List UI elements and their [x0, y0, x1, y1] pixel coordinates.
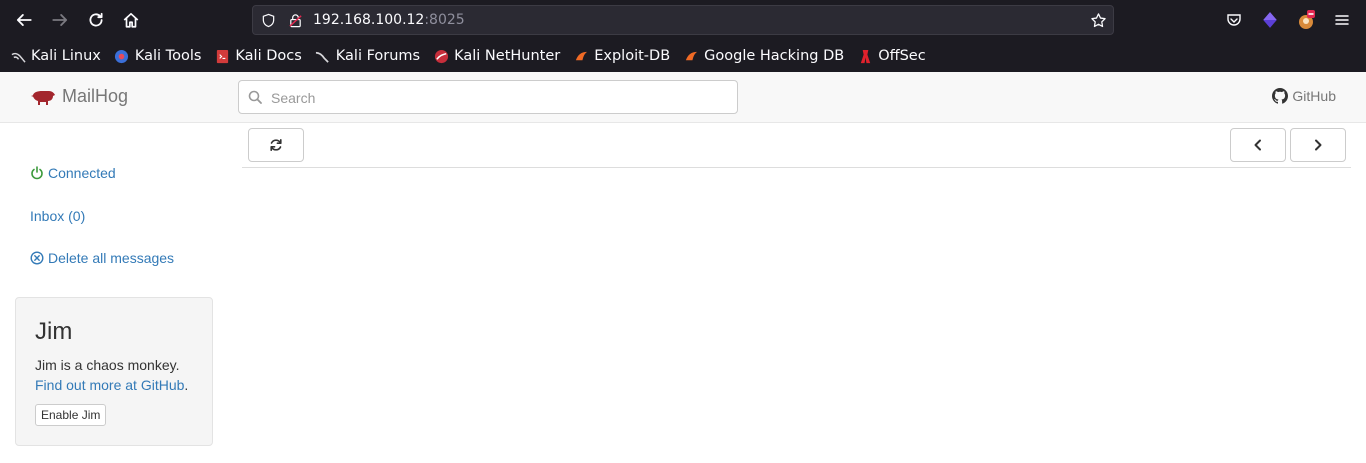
jim-github-link[interactable]: Find out more at GitHub — [35, 377, 184, 393]
bookmark-google-hacking-db[interactable]: Google Hacking DB — [683, 48, 844, 64]
bookmark-label: Kali NetHunter — [454, 48, 561, 64]
bookmark-label: Google Hacking DB — [704, 48, 845, 64]
github-icon — [1272, 88, 1289, 104]
reload-button[interactable] — [82, 6, 110, 34]
ghdb-icon — [683, 48, 699, 64]
kali-dragon-icon — [10, 48, 26, 64]
jim-panel: Jim Jim is a chaos monkey. Find out more … — [15, 297, 213, 446]
bookmark-offsec[interactable]: OffSec — [857, 48, 926, 64]
offsec-icon — [857, 48, 873, 64]
github-link[interactable]: GitHub — [1272, 88, 1336, 104]
bookmark-kali-docs[interactable]: Kali Docs — [214, 48, 302, 64]
kali-tools-icon — [114, 48, 130, 64]
hamburger-menu-icon — [1335, 15, 1349, 25]
arrow-right-icon — [52, 14, 68, 26]
exploit-db-icon — [573, 48, 589, 64]
kali-forums-icon — [315, 48, 331, 64]
account-button[interactable] — [1292, 6, 1320, 34]
mailhog-pig-logo — [31, 90, 55, 105]
bookmarks-toolbar: Kali Linux Kali Tools Kali Docs Kali For… — [0, 42, 1366, 70]
reload-icon — [89, 12, 103, 27]
bookmark-kali-forums[interactable]: Kali Forums — [315, 48, 420, 64]
nethunter-icon — [433, 48, 449, 64]
jim-link-suffix: . — [184, 377, 189, 393]
chevron-left-icon — [1254, 139, 1261, 151]
bookmark-exploit-db[interactable]: Exploit-DB — [573, 48, 670, 64]
previous-page-button[interactable] — [1230, 128, 1286, 162]
bookmark-label: OffSec — [878, 48, 926, 64]
remove-circle-icon — [30, 251, 44, 265]
power-icon — [31, 166, 43, 180]
bookmark-kali-linux[interactable]: Kali Linux — [10, 48, 101, 64]
extension-button[interactable] — [1256, 6, 1284, 34]
home-button[interactable] — [117, 6, 145, 34]
search-box[interactable] — [238, 80, 738, 114]
bookmark-kali-tools[interactable]: Kali Tools — [114, 48, 202, 64]
extension-gem-icon — [1263, 12, 1277, 28]
connected-status: Connected — [30, 165, 116, 181]
url-port: :8025 — [424, 12, 465, 28]
delete-all-label: Delete all messages — [48, 250, 175, 266]
home-icon — [123, 12, 139, 28]
toolbar-divider — [242, 167, 1351, 168]
browser-chrome: 192.168.100.12:8025 Kali Linux Kali Tool… — [0, 0, 1366, 72]
pocket-icon — [1227, 14, 1241, 26]
insecure-lock-icon[interactable] — [286, 11, 304, 29]
url-bar[interactable]: 192.168.100.12:8025 — [252, 5, 1114, 35]
arrow-left-icon — [16, 14, 32, 26]
forward-button[interactable] — [46, 6, 74, 34]
inbox-label: Inbox (0) — [30, 208, 86, 224]
bookmark-kali-nethunter[interactable]: Kali NetHunter — [433, 48, 560, 64]
bookmark-label: Kali Linux — [31, 48, 101, 64]
url-host: 192.168.100.12 — [313, 12, 425, 28]
brand-name: MailHog — [62, 86, 129, 106]
refresh-icon — [270, 139, 282, 151]
pocket-button[interactable] — [1220, 6, 1248, 34]
brand-link[interactable]: MailHog — [30, 86, 128, 107]
github-label: GitHub — [1292, 88, 1336, 104]
jim-description-text: Jim is a chaos monkey. — [35, 357, 180, 373]
jim-title: Jim — [35, 318, 73, 345]
url-text[interactable]: 192.168.100.12:8025 — [313, 12, 465, 28]
bookmark-label: Kali Forums — [335, 48, 421, 64]
shield-icon[interactable] — [259, 11, 277, 29]
bookmark-label: Kali Docs — [235, 48, 302, 64]
bookmark-label: Kali Tools — [134, 48, 202, 64]
next-page-button[interactable] — [1290, 128, 1346, 162]
chevron-right-icon — [1315, 139, 1322, 151]
jim-description: Jim is a chaos monkey. Find out more at G… — [35, 355, 210, 395]
back-button[interactable] — [10, 6, 38, 34]
menu-button[interactable] — [1328, 6, 1356, 34]
kali-docs-icon — [214, 48, 230, 64]
enable-jim-button[interactable]: Enable Jim — [35, 404, 107, 426]
delete-all-link[interactable]: Delete all messages — [30, 250, 174, 266]
refresh-button[interactable] — [248, 128, 304, 162]
inbox-link[interactable]: Inbox (0) — [30, 208, 85, 224]
app-navbar: MailHog GitHub — [0, 72, 1366, 123]
bookmark-label: Exploit-DB — [594, 48, 671, 64]
bookmark-star-icon[interactable] — [1089, 11, 1107, 29]
search-icon — [248, 90, 262, 104]
avatar-extension-icon — [1299, 10, 1315, 29]
search-input[interactable] — [269, 86, 733, 110]
connected-label: Connected — [48, 165, 116, 181]
